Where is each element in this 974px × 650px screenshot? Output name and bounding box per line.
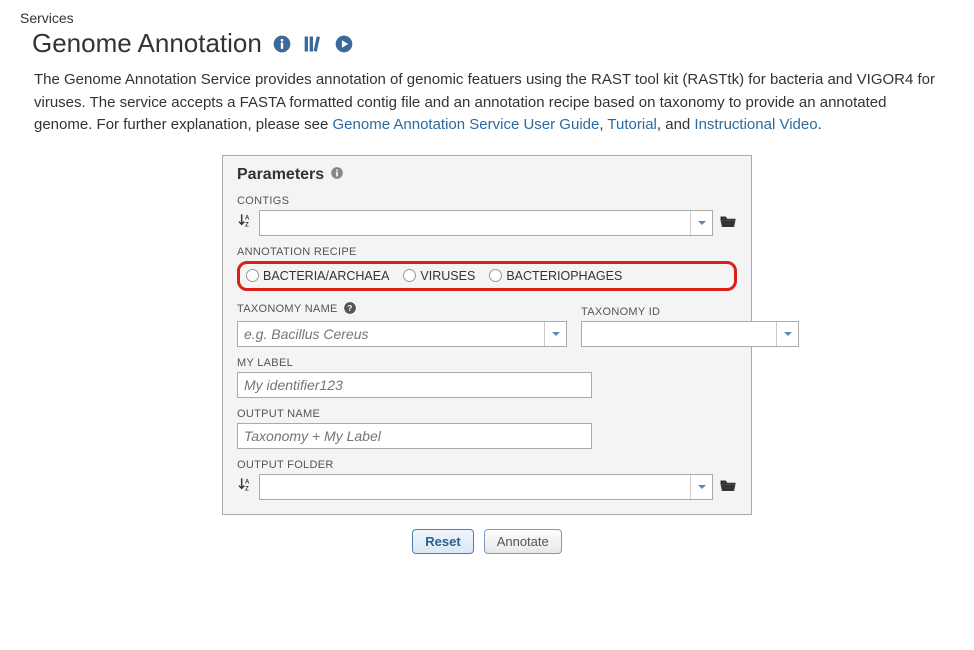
reset-button[interactable]: Reset <box>412 529 473 554</box>
chevron-down-icon[interactable] <box>776 322 798 346</box>
recipe-viruses-radio[interactable]: VIRUSES <box>403 269 475 283</box>
taxonomy-name-input[interactable] <box>238 322 544 346</box>
svg-text:A: A <box>245 480 250 486</box>
chevron-down-icon[interactable] <box>690 475 712 499</box>
parameters-panel: Parameters CONTIGS AZ ANNOTATION RECIPE … <box>222 155 752 515</box>
info-icon[interactable] <box>272 34 292 54</box>
output-folder-select[interactable] <box>259 474 713 500</box>
sort-icon[interactable]: AZ <box>237 213 253 232</box>
chevron-down-icon[interactable] <box>544 322 566 346</box>
taxonomy-id-input[interactable] <box>582 322 776 346</box>
annotate-button[interactable]: Annotate <box>484 529 562 554</box>
output-name-label: OUTPUT NAME <box>237 408 737 420</box>
my-label-label: MY LABEL <box>237 357 737 369</box>
description: The Genome Annotation Service provides a… <box>34 69 940 137</box>
output-name-input[interactable] <box>237 423 592 449</box>
contigs-input[interactable] <box>260 211 690 235</box>
folder-icon[interactable] <box>719 477 737 496</box>
output-folder-label: OUTPUT FOLDER <box>237 459 737 471</box>
panel-title: Parameters <box>237 166 324 184</box>
video-link[interactable]: Instructional Video <box>694 116 817 133</box>
recipe-label: ANNOTATION RECIPE <box>237 246 737 258</box>
recipe-phages-radio[interactable]: BACTERIOPHAGES <box>489 269 622 283</box>
help-icon[interactable]: ? <box>343 301 357 318</box>
taxonomy-id-label: TAXONOMY ID <box>581 306 799 318</box>
taxonomy-id-select[interactable] <box>581 321 799 347</box>
svg-text:Z: Z <box>245 222 249 228</box>
taxonomy-name-select[interactable] <box>237 321 567 347</box>
svg-text:A: A <box>245 216 250 222</box>
play-icon[interactable] <box>334 34 354 54</box>
info-icon[interactable] <box>330 166 344 185</box>
output-folder-input[interactable] <box>260 475 690 499</box>
folder-icon[interactable] <box>719 213 737 232</box>
contigs-label: CONTIGS <box>237 195 737 207</box>
recipe-highlight: BACTERIA/ARCHAEA VIRUSES BACTERIOPHAGES <box>237 261 737 291</box>
user-guide-link[interactable]: Genome Annotation Service User Guide <box>333 116 600 133</box>
svg-text:Z: Z <box>245 486 249 492</box>
library-icon[interactable] <box>302 34 324 54</box>
svg-text:?: ? <box>347 303 352 312</box>
tutorial-link[interactable]: Tutorial <box>607 116 656 133</box>
sort-icon[interactable]: AZ <box>237 477 253 496</box>
recipe-bacteria-radio[interactable]: BACTERIA/ARCHAEA <box>246 269 389 283</box>
taxonomy-name-label: TAXONOMY NAME <box>237 303 338 315</box>
my-label-input[interactable] <box>237 372 592 398</box>
page-title: Genome Annotation <box>32 28 262 59</box>
contigs-select[interactable] <box>259 210 713 236</box>
chevron-down-icon[interactable] <box>690 211 712 235</box>
breadcrumb[interactable]: Services <box>20 10 954 26</box>
